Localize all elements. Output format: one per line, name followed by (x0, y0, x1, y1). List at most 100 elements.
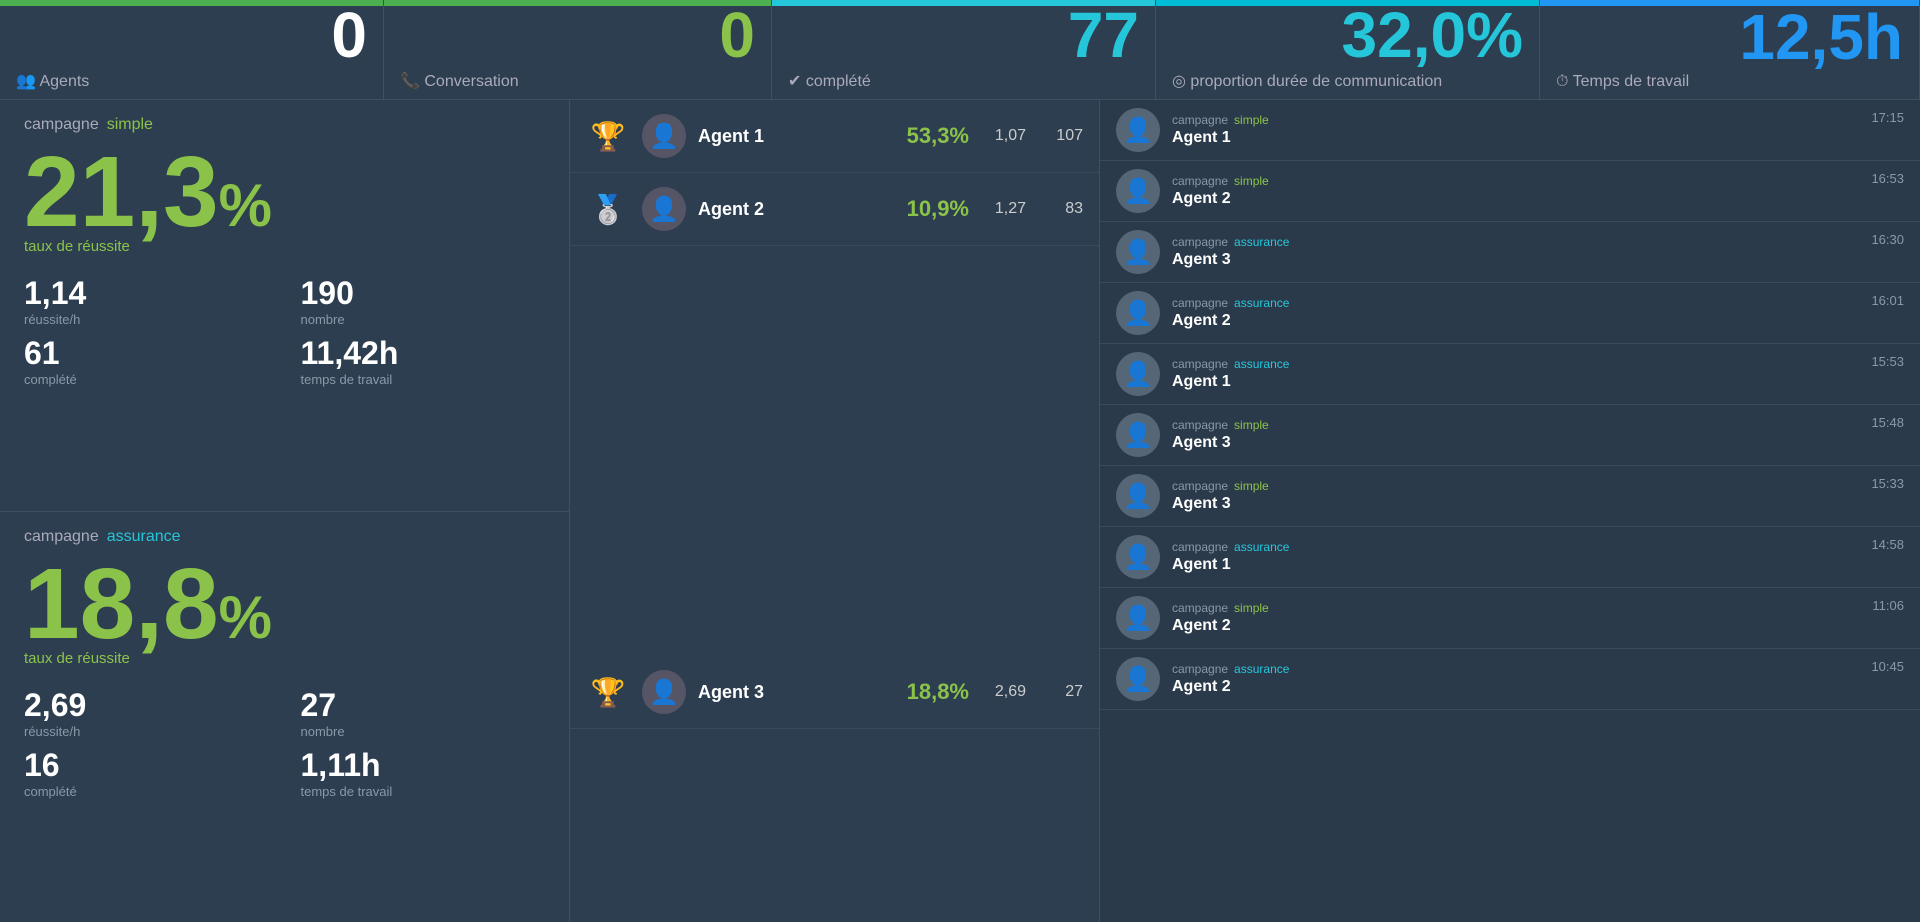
feed-time-2: 16:53 (1871, 171, 1904, 186)
stat-temps-travail: 11,42h temps de travail (301, 335, 546, 387)
campaign-assurance-taux-label: taux de réussite (24, 650, 545, 667)
clock-icon: ⏱ (1556, 73, 1568, 90)
agent1-stat2: 107 (1038, 127, 1083, 145)
person-icon-3: 👤 (649, 678, 679, 707)
proportion-value: 32,0% (1172, 3, 1523, 67)
stat-reussite-h: 1,14 réussite/h (24, 275, 269, 327)
feed-avatar-1: 👤 (1116, 108, 1160, 152)
feed-item-5: 👤 campagne assurance Agent 1 15:53 (1100, 344, 1920, 405)
trophy-silver-2: 🥈 (586, 187, 630, 231)
campaign-assurance-header: campagne assurance (24, 528, 545, 546)
feed-time-6: 15:48 (1871, 415, 1904, 430)
feed-info-2: campagne simple Agent 2 (1172, 174, 1904, 208)
complete-label: ✔ complété (788, 71, 1139, 91)
feed-info-4: campagne assurance Agent 2 (1172, 296, 1904, 330)
stat-complete-2: 16 complété (24, 747, 269, 799)
temps-value: 12,5h (1556, 5, 1903, 69)
feed-item-7: 👤 campagne simple Agent 3 15:33 (1100, 466, 1920, 527)
person-icon-1: 👤 (649, 122, 679, 151)
feed-person-icon-10: 👤 (1123, 665, 1153, 694)
trophy-gold-3: 🏆 (586, 670, 630, 714)
agent-row-2: 🥈 👤 Agent 2 10,9% 1,27 83 (570, 173, 1099, 246)
feed-item-3: 👤 campagne assurance Agent 3 16:30 (1100, 222, 1920, 283)
campaign-simple-taux-label: taux de réussite (24, 238, 545, 255)
campaigns-panel: campagne simple 21,3% taux de réussite 1… (0, 100, 570, 922)
feed-info-9: campagne simple Agent 2 (1172, 601, 1904, 635)
feed-avatar-3: 👤 (1116, 230, 1160, 274)
feed-time-3: 16:30 (1871, 232, 1904, 247)
feed-person-icon-1: 👤 (1123, 116, 1153, 145)
feed-info-5: campagne assurance Agent 1 (1172, 357, 1904, 391)
agents-count: 0 (16, 3, 367, 67)
feed-avatar-9: 👤 (1116, 596, 1160, 640)
feed-avatar-10: 👤 (1116, 657, 1160, 701)
campaign-simple-header: campagne simple (24, 116, 545, 134)
trophy-gold-1: 🏆 (586, 114, 630, 158)
stat-nombre: 190 nombre (301, 275, 546, 327)
campaign-simple-stats: 1,14 réussite/h 190 nombre 61 complété 1… (24, 275, 545, 387)
agent2-stat1: 1,27 (981, 200, 1026, 218)
conversation-count: 0 (400, 3, 755, 67)
header-proportion: 32,0% ◎ proportion durée de communicatio… (1156, 0, 1540, 99)
feed-avatar-6: 👤 (1116, 413, 1160, 457)
feed-person-icon-3: 👤 (1123, 238, 1153, 267)
feed-time-1: 17:15 (1871, 110, 1904, 125)
avatar-agent3: 👤 (642, 670, 686, 714)
conversation-label: 📞 Conversation (400, 71, 755, 91)
feed-person-icon-2: 👤 (1123, 177, 1153, 206)
agent2-pct: 10,9% (889, 196, 969, 222)
agents-icon: 👥 (16, 73, 36, 90)
feed-info-1: campagne simple Agent 1 (1172, 113, 1904, 147)
feed-avatar-7: 👤 (1116, 474, 1160, 518)
stat-nombre-2: 27 nombre (301, 687, 546, 739)
feed-item-2: 👤 campagne simple Agent 2 16:53 (1100, 161, 1920, 222)
feed-item-1: 👤 campagne simple Agent 1 17:15 (1100, 100, 1920, 161)
agent1-name: Agent 1 (698, 126, 877, 147)
agent2-name: Agent 2 (698, 199, 877, 220)
feed-item-10: 👤 campagne assurance Agent 2 10:45 (1100, 649, 1920, 710)
temps-label: ⏱ Temps de travail (1556, 73, 1903, 91)
campaign-simple-name: simple (107, 116, 153, 134)
feed-item-4: 👤 campagne assurance Agent 2 16:01 (1100, 283, 1920, 344)
header-agents: 0 👥 Agents (0, 0, 384, 99)
header-complete: 77 ✔ complété (772, 0, 1156, 99)
feed-time-4: 16:01 (1871, 293, 1904, 308)
feed-person-icon-9: 👤 (1123, 604, 1153, 633)
agent-row-3: 🏆 👤 Agent 3 18,8% 2,69 27 (570, 656, 1099, 729)
campaign-simple: campagne simple 21,3% taux de réussite 1… (0, 100, 569, 512)
campaign-simple-label: campagne (24, 116, 99, 134)
stat-temps-travail-2: 1,11h temps de travail (301, 747, 546, 799)
feed-info-7: campagne simple Agent 3 (1172, 479, 1904, 513)
feed-item-8: 👤 campagne assurance Agent 1 14:58 (1100, 527, 1920, 588)
avatar-agent1: 👤 (642, 114, 686, 158)
header-bar: 0 👥 Agents 0 📞 Conversation 77 ✔ complét… (0, 0, 1920, 100)
agent3-pct: 18,8% (889, 679, 969, 705)
feed-item-9: 👤 campagne simple Agent 2 11:06 (1100, 588, 1920, 649)
campaign-assurance-name: assurance (107, 528, 181, 546)
feed-time-5: 15:53 (1871, 354, 1904, 369)
feed-person-icon-6: 👤 (1123, 421, 1153, 450)
feed-time-9: 11:06 (1872, 598, 1904, 613)
feed-info-6: campagne simple Agent 3 (1172, 418, 1904, 452)
feed-person-icon-7: 👤 (1123, 482, 1153, 511)
campaign-assurance: campagne assurance 18,8% taux de réussit… (0, 512, 569, 922)
agent1-stat1: 1,07 (981, 127, 1026, 145)
check-icon: ✔ (788, 73, 801, 90)
agent3-stat2: 27 (1038, 683, 1083, 701)
feed-info-3: campagne assurance Agent 3 (1172, 235, 1904, 269)
agent2-stat2: 83 (1038, 200, 1083, 218)
feed-item-6: 👤 campagne simple Agent 3 15:48 (1100, 405, 1920, 466)
feed-info-10: campagne assurance Agent 2 (1172, 662, 1904, 696)
campaign-assurance-label: campagne (24, 528, 99, 546)
feed-time-8: 14:58 (1871, 537, 1904, 552)
stat-reussite-h-2: 2,69 réussite/h (24, 687, 269, 739)
feed-time-10: 10:45 (1871, 659, 1904, 674)
avatar-agent2: 👤 (642, 187, 686, 231)
agent1-pct: 53,3% (889, 123, 969, 149)
feed-avatar-8: 👤 (1116, 535, 1160, 579)
header-conversation: 0 📞 Conversation (384, 0, 772, 99)
feed-time-7: 15:33 (1871, 476, 1904, 491)
agent3-name: Agent 3 (698, 682, 877, 703)
proportion-icon: ◎ (1172, 73, 1186, 90)
stat-complete: 61 complété (24, 335, 269, 387)
